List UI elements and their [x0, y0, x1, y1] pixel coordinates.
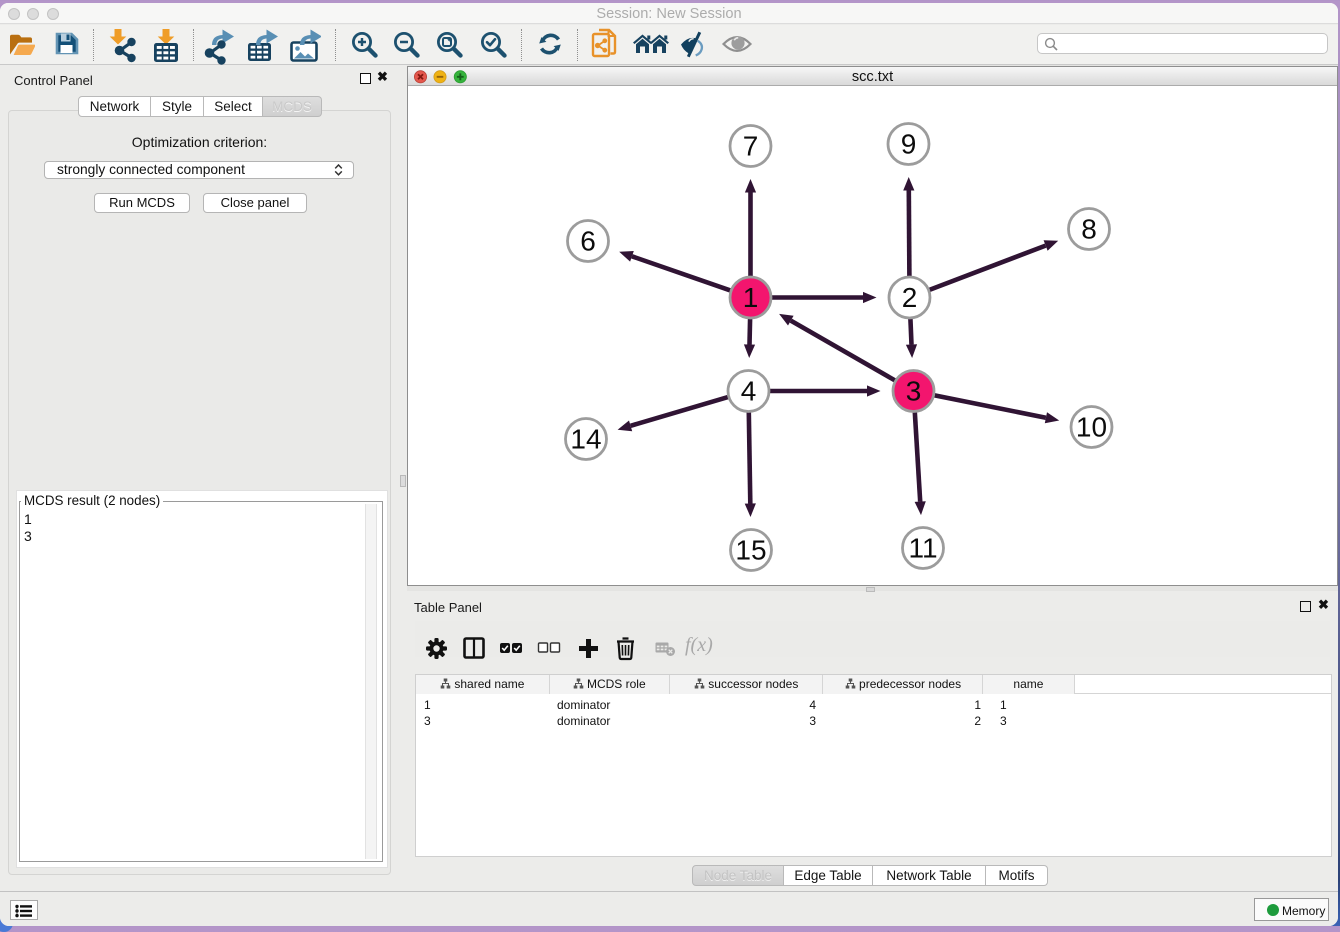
svg-text:11: 11 — [908, 533, 937, 564]
svg-text:f(x): f(x) — [685, 634, 713, 656]
svg-text:15: 15 — [735, 535, 766, 566]
svg-text:9: 9 — [901, 129, 917, 160]
svg-text:14: 14 — [570, 424, 601, 455]
svg-text:10: 10 — [1076, 412, 1107, 443]
svg-text:4: 4 — [741, 376, 757, 407]
svg-text:7: 7 — [743, 131, 759, 162]
svg-text:1: 1 — [743, 282, 759, 313]
svg-text:6: 6 — [580, 226, 596, 257]
svg-text:2: 2 — [902, 282, 918, 313]
svg-text:3: 3 — [906, 376, 922, 407]
svg-text:8: 8 — [1081, 214, 1097, 245]
